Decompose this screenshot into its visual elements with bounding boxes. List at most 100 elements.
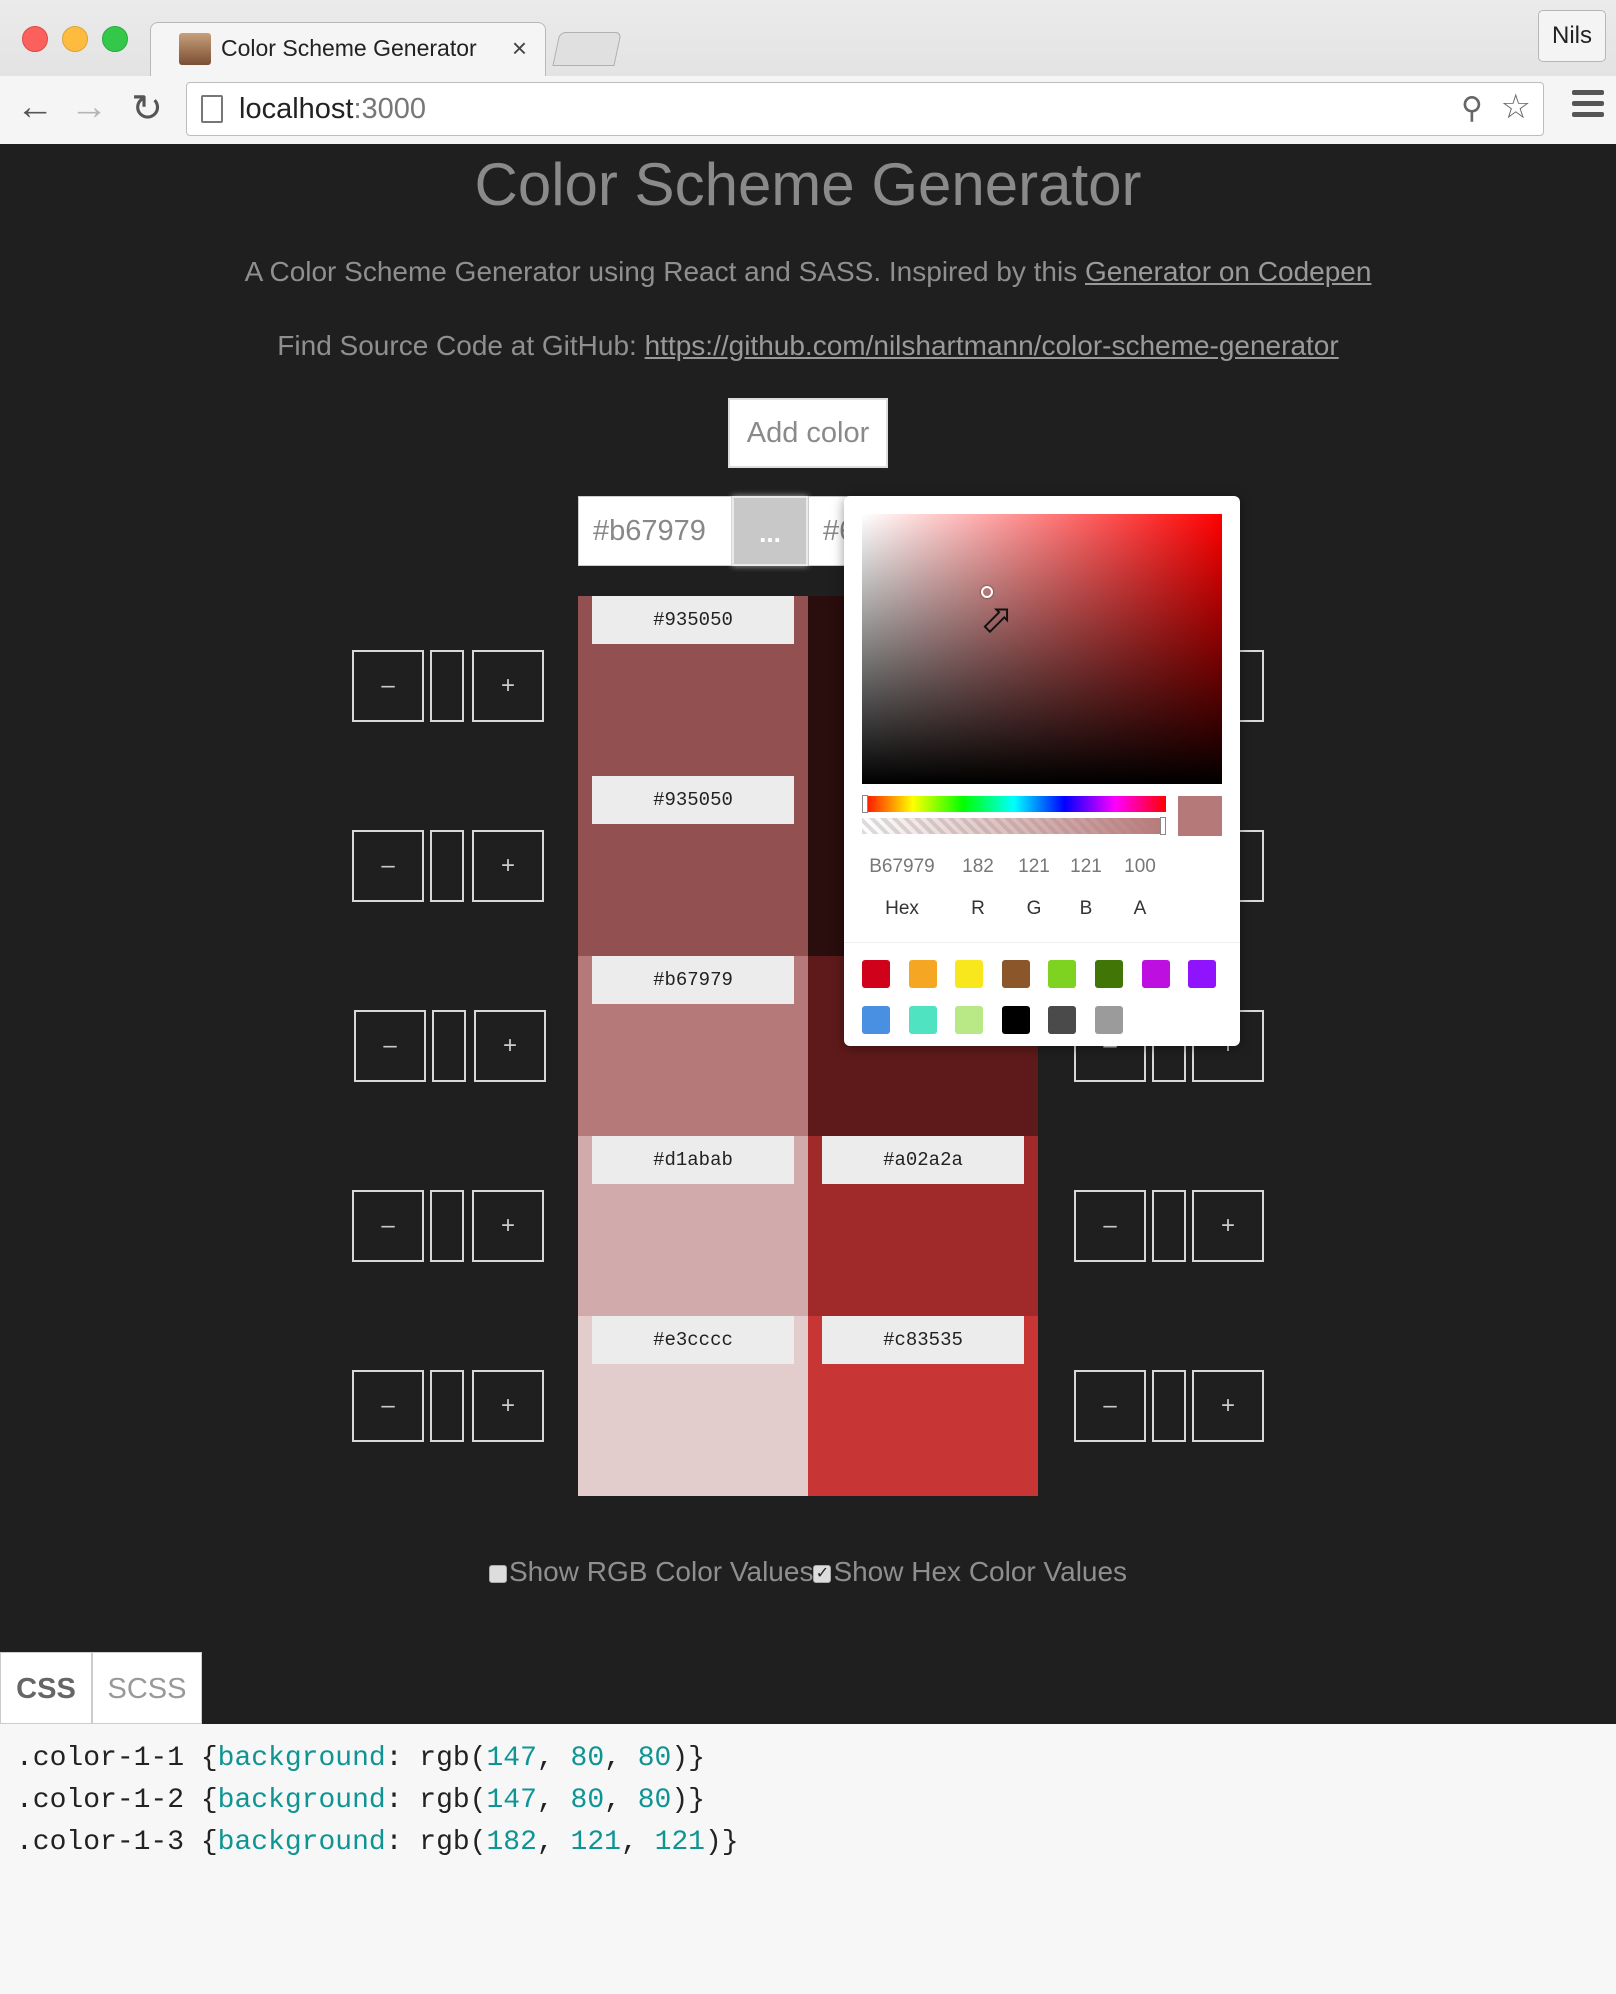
preset-color-swatch[interactable] <box>1188 960 1217 988</box>
preset-color-swatch[interactable] <box>955 1006 984 1034</box>
code-r: 147 <box>486 1785 537 1816</box>
reload-icon[interactable]: ↻ <box>124 86 170 131</box>
bookmark-star-icon[interactable]: ☆ <box>1501 87 1531 127</box>
preset-color-swatch[interactable] <box>862 1006 890 1034</box>
hex-value-input[interactable]: B67979 <box>862 856 942 878</box>
swatch-1-2: #935050 <box>578 776 808 956</box>
code-property: background <box>217 1827 386 1858</box>
preset-color-swatch[interactable] <box>908 960 937 988</box>
decrease-button[interactable]: – <box>352 1370 424 1442</box>
preset-color-swatch[interactable] <box>1048 960 1077 988</box>
url-port: :3000 <box>353 93 427 125</box>
color-preview <box>1178 796 1222 836</box>
code-punct: : rgb( <box>385 1827 487 1858</box>
increase-button[interactable]: + <box>1192 1190 1264 1262</box>
codepen-link[interactable]: Generator on Codepen <box>1085 256 1371 287</box>
preset-color-swatch[interactable] <box>1141 960 1170 988</box>
alpha-slider[interactable] <box>862 817 1166 835</box>
code-b: 80 <box>637 1785 672 1816</box>
source-line: Find Source Code at GitHub: https://gith… <box>0 330 1616 362</box>
add-color-button[interactable]: Add color <box>728 398 888 468</box>
preset-color-swatch[interactable] <box>1001 1006 1030 1034</box>
code-g: 121 <box>570 1827 621 1858</box>
a-value-input[interactable]: 100 <box>1118 856 1162 878</box>
increase-button[interactable]: + <box>472 650 544 722</box>
preset-color-swatch[interactable] <box>908 1006 937 1034</box>
code-line: .color-1-3 {background: rgb(182, 121, 12… <box>16 1822 1600 1864</box>
decrease-button[interactable]: – <box>352 830 424 902</box>
preset-color-swatch[interactable] <box>1048 1006 1077 1034</box>
swatch-2-4: #a02a2a <box>808 1136 1038 1316</box>
address-bar[interactable]: localhost:3000 ⚲ ☆ <box>186 82 1544 136</box>
new-tab-button[interactable] <box>552 32 622 66</box>
intro-text: A Color Scheme Generator using React and… <box>244 256 1085 287</box>
alpha-slider-handle[interactable] <box>1160 817 1166 835</box>
tab-css[interactable]: CSS <box>0 1652 92 1724</box>
intro-line: A Color Scheme Generator using React and… <box>0 256 1616 288</box>
swatch-label: #a02a2a <box>822 1136 1024 1184</box>
swatch-2-5: #c83535 <box>808 1316 1038 1496</box>
row-2-controls-left: – + <box>352 830 544 902</box>
zoom-icon[interactable]: ⚲ <box>1461 91 1483 126</box>
code-selector: .color-1-1 { <box>16 1743 218 1774</box>
decrease-button[interactable]: – <box>352 1190 424 1262</box>
profile-button[interactable]: Nils <box>1538 10 1606 62</box>
code-punct: )} <box>671 1785 705 1816</box>
increase-button[interactable]: + <box>1192 1370 1264 1442</box>
step-value <box>432 1010 466 1082</box>
code-punct: , <box>620 1827 655 1858</box>
forward-arrow-icon[interactable]: → <box>66 86 112 129</box>
menu-icon[interactable] <box>1572 90 1604 123</box>
favicon-icon <box>179 33 211 65</box>
saturation-area[interactable]: ⬀ <box>862 514 1222 784</box>
page-title: Color Scheme Generator <box>474 151 1142 218</box>
preset-color-swatch[interactable] <box>955 960 984 988</box>
code-line: .color-1-2 {background: rgb(147, 80, 80)… <box>16 1780 1600 1822</box>
github-link[interactable]: https://github.com/nilshartmann/color-sc… <box>645 330 1339 361</box>
browser-toolbar: ← → ↻ localhost:3000 ⚲ ☆ <box>0 76 1616 144</box>
close-tab-icon[interactable]: × <box>512 33 527 64</box>
swatch-1-1: #935050 <box>578 596 808 776</box>
url-text: localhost:3000 <box>239 93 426 126</box>
decrease-button[interactable]: – <box>354 1010 426 1082</box>
display-options: Show RGB Color Values ✓ Show Hex Color Val… <box>0 1556 1616 1588</box>
g-value-input[interactable]: 121 <box>1012 856 1056 878</box>
decrease-button[interactable]: – <box>352 650 424 722</box>
b-value-input[interactable]: 121 <box>1064 856 1108 878</box>
hue-slider-handle[interactable] <box>862 795 868 813</box>
maximize-window-button[interactable] <box>102 26 128 52</box>
row-1-controls-left: – + <box>352 650 544 722</box>
browser-tab[interactable]: Color Scheme Generator × <box>150 22 546 76</box>
minimize-window-button[interactable] <box>62 26 88 52</box>
swatch-1-5: #e3cccc <box>578 1316 808 1496</box>
r-label: R <box>971 898 985 919</box>
row-5-controls-left: – + <box>352 1370 544 1442</box>
decrease-button[interactable]: – <box>1074 1190 1146 1262</box>
code-b: 80 <box>637 1743 672 1774</box>
preset-color-swatch[interactable] <box>862 960 890 988</box>
show-rgb-checkbox[interactable] <box>488 1564 507 1583</box>
preset-color-swatch[interactable] <box>1095 1006 1123 1034</box>
preset-color-swatch[interactable] <box>1095 960 1123 988</box>
picker-divider <box>844 942 1240 943</box>
swatch-label: #935050 <box>592 776 794 824</box>
code-g: 80 <box>570 1743 605 1774</box>
preset-color-swatch[interactable] <box>1001 960 1030 988</box>
tab-scss[interactable]: SCSS <box>92 1652 202 1724</box>
code-punct: , <box>604 1743 638 1774</box>
back-arrow-icon[interactable]: ← <box>12 86 58 129</box>
color-picker-button[interactable]: ... <box>732 496 808 566</box>
code-b: 121 <box>654 1827 705 1858</box>
hex-input-1[interactable]: #b67979 <box>578 496 732 566</box>
increase-button[interactable]: + <box>472 830 544 902</box>
swatch-1-3: #b67979 <box>578 956 808 1136</box>
increase-button[interactable]: + <box>474 1010 546 1082</box>
close-window-button[interactable] <box>22 26 48 52</box>
increase-button[interactable]: + <box>472 1370 544 1442</box>
show-hex-checkbox[interactable]: ✓ <box>813 1564 832 1583</box>
r-value-input[interactable]: 182 <box>956 856 1000 878</box>
decrease-button[interactable]: – <box>1074 1370 1146 1442</box>
swatch-label: #d1abab <box>592 1136 794 1184</box>
increase-button[interactable]: + <box>472 1190 544 1262</box>
hue-slider[interactable] <box>862 795 1166 813</box>
